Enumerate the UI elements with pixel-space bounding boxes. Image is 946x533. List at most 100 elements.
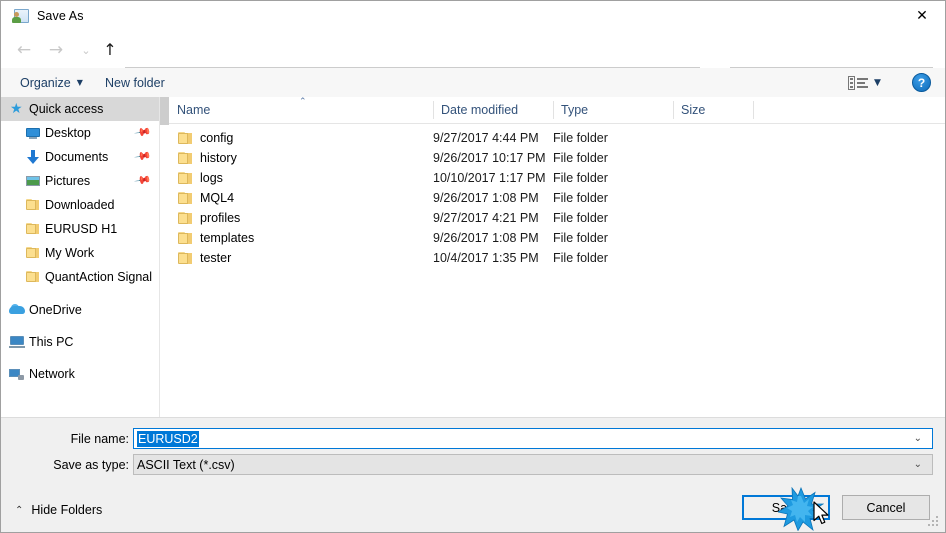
column-header-type[interactable]: Type bbox=[553, 97, 673, 123]
sidebar-item-quantaction-signal[interactable]: QuantAction Signal bbox=[1, 265, 159, 289]
file-date: 10/10/2017 1:17 PM bbox=[433, 171, 546, 185]
sidebar-item-label: Desktop bbox=[45, 126, 91, 140]
sidebar-item-label: Pictures bbox=[45, 174, 91, 188]
sidebar-item-documents[interactable]: Documents 📌 bbox=[1, 145, 159, 169]
column-label: Size bbox=[681, 103, 706, 117]
navigation-pane-scrollbar-thumb[interactable] bbox=[160, 97, 169, 125]
cancel-button-label: Cancel bbox=[866, 500, 906, 515]
organize-label: Organize bbox=[20, 75, 71, 90]
column-label: Type bbox=[561, 103, 589, 117]
chevron-down-icon[interactable]: ⌄ bbox=[914, 459, 922, 470]
table-row[interactable]: history 9/26/2017 10:17 PM File folder bbox=[169, 148, 945, 168]
sidebar-item-label: My Work bbox=[45, 246, 95, 260]
new-folder-label: New folder bbox=[105, 75, 165, 90]
back-button[interactable]: ← bbox=[11, 37, 37, 63]
up-one-level-button[interactable]: ↑ bbox=[97, 37, 123, 63]
desktop-icon bbox=[25, 125, 41, 141]
save-as-dialog: Save As ✕ ← → ⌄ ↑ « Roaming › MetaQuotes… bbox=[0, 0, 946, 533]
help-icon: ? bbox=[917, 75, 926, 90]
file-name-cell: profiles bbox=[177, 210, 240, 226]
file-name: profiles bbox=[200, 211, 241, 225]
window-title: Save As bbox=[37, 9, 84, 23]
save-as-icon bbox=[12, 8, 29, 24]
navigation-pane-scrollbar[interactable] bbox=[160, 97, 169, 417]
network-icon bbox=[9, 366, 25, 382]
file-rows: config 9/27/2017 4:44 PM File folder his… bbox=[169, 124, 945, 268]
file-name-cell: MQL4 bbox=[177, 190, 234, 206]
recent-locations-button[interactable]: ⌄ bbox=[73, 37, 99, 63]
sidebar-item-label: OneDrive bbox=[29, 303, 82, 317]
change-view-button[interactable]: ▼ bbox=[846, 71, 898, 94]
table-row[interactable]: logs 10/10/2017 1:17 PM File folder bbox=[169, 168, 945, 188]
table-row[interactable]: tester 10/4/2017 1:35 PM File folder bbox=[169, 248, 945, 268]
column-header-date-modified[interactable]: Date modified bbox=[433, 97, 553, 123]
sidebar-item-this-pc[interactable]: This PC bbox=[1, 330, 159, 354]
up-arrow-icon: ↑ bbox=[103, 40, 117, 59]
file-type: File folder bbox=[553, 171, 608, 185]
sort-ascending-icon: ⌃ bbox=[299, 97, 307, 107]
pin-icon: 📌 bbox=[133, 147, 153, 166]
file-type: File folder bbox=[553, 151, 608, 165]
file-type: File folder bbox=[553, 131, 608, 145]
sidebar-item-label: Documents bbox=[45, 150, 109, 164]
sidebar-item-downloaded[interactable]: Downloaded bbox=[1, 193, 159, 217]
sidebar-item-pictures[interactable]: Pictures 📌 bbox=[1, 169, 159, 193]
back-arrow-icon: ← bbox=[16, 39, 32, 60]
file-type: File folder bbox=[553, 211, 608, 225]
this-pc-icon bbox=[9, 334, 25, 350]
table-row[interactable]: profiles 9/27/2017 4:21 PM File folder bbox=[169, 208, 945, 228]
file-date: 9/27/2017 4:21 PM bbox=[433, 211, 539, 225]
file-name-cell: history bbox=[177, 150, 237, 166]
close-button[interactable]: ✕ bbox=[899, 1, 945, 31]
sidebar-item-onedrive[interactable]: OneDrive bbox=[1, 298, 159, 322]
close-icon: ✕ bbox=[916, 8, 928, 24]
resize-grip[interactable] bbox=[928, 516, 940, 528]
sidebar-item-eurusd-h1[interactable]: EURUSD H1 bbox=[1, 217, 159, 241]
content-area: ★ Quick access Desktop 📌 Documents 📌 Pic… bbox=[1, 97, 945, 417]
file-list: Name ⌃ Date modified Type Size config 9/… bbox=[169, 97, 945, 417]
column-label: Date modified bbox=[441, 103, 519, 117]
help-button[interactable]: ? bbox=[912, 73, 931, 92]
cancel-button[interactable]: Cancel bbox=[842, 495, 930, 520]
hide-folders-button[interactable]: ⌃ Hide Folders bbox=[15, 501, 102, 519]
sidebar-item-network[interactable]: Network bbox=[1, 362, 159, 386]
folder-icon bbox=[25, 221, 41, 237]
file-date: 10/4/2017 1:35 PM bbox=[433, 251, 539, 265]
pictures-icon bbox=[25, 173, 41, 189]
folder-icon bbox=[177, 250, 193, 266]
table-row[interactable]: config 9/27/2017 4:44 PM File folder bbox=[169, 128, 945, 148]
forward-button[interactable]: → bbox=[43, 37, 69, 63]
save-as-type-value: ASCII Text (*.csv) bbox=[137, 457, 235, 472]
file-name: MQL4 bbox=[200, 191, 235, 205]
save-button[interactable]: Save bbox=[742, 495, 830, 520]
new-folder-button[interactable]: New folder bbox=[96, 68, 174, 97]
file-name: templates bbox=[200, 231, 255, 245]
sidebar-item-quick-access[interactable]: ★ Quick access bbox=[1, 97, 159, 121]
title-bar: Save As ✕ bbox=[1, 1, 945, 31]
table-row[interactable]: MQL4 9/26/2017 1:08 PM File folder bbox=[169, 188, 945, 208]
folder-icon bbox=[25, 245, 41, 261]
chevron-down-icon[interactable]: ⌄ bbox=[914, 433, 922, 444]
column-header-size[interactable]: Size bbox=[673, 97, 753, 123]
file-name-input[interactable]: EURUSD2 ⌄ bbox=[133, 428, 933, 449]
folder-icon bbox=[177, 170, 193, 186]
file-type: File folder bbox=[553, 251, 608, 265]
folder-icon bbox=[25, 269, 41, 285]
save-as-type-select[interactable]: ASCII Text (*.csv) ⌄ bbox=[133, 454, 933, 475]
column-header-name[interactable]: Name ⌃ bbox=[169, 97, 433, 123]
folder-icon bbox=[177, 190, 193, 206]
table-row[interactable]: templates 9/26/2017 1:08 PM File folder bbox=[169, 228, 945, 248]
sidebar-item-label: Network bbox=[29, 367, 75, 381]
save-as-type-label: Save as type: bbox=[53, 458, 129, 472]
pane-divider[interactable] bbox=[159, 97, 160, 417]
forward-arrow-icon: → bbox=[48, 39, 64, 60]
documents-icon bbox=[25, 149, 41, 165]
folder-icon bbox=[177, 230, 193, 246]
file-type: File folder bbox=[553, 191, 608, 205]
file-name: history bbox=[200, 151, 237, 165]
command-bar: Organize ▼ New folder ▼ ? bbox=[1, 68, 945, 98]
organize-button[interactable]: Organize ▼ bbox=[11, 68, 92, 97]
sidebar-item-desktop[interactable]: Desktop 📌 bbox=[1, 121, 159, 145]
view-list-icon bbox=[848, 75, 868, 90]
sidebar-item-my-work[interactable]: My Work bbox=[1, 241, 159, 265]
